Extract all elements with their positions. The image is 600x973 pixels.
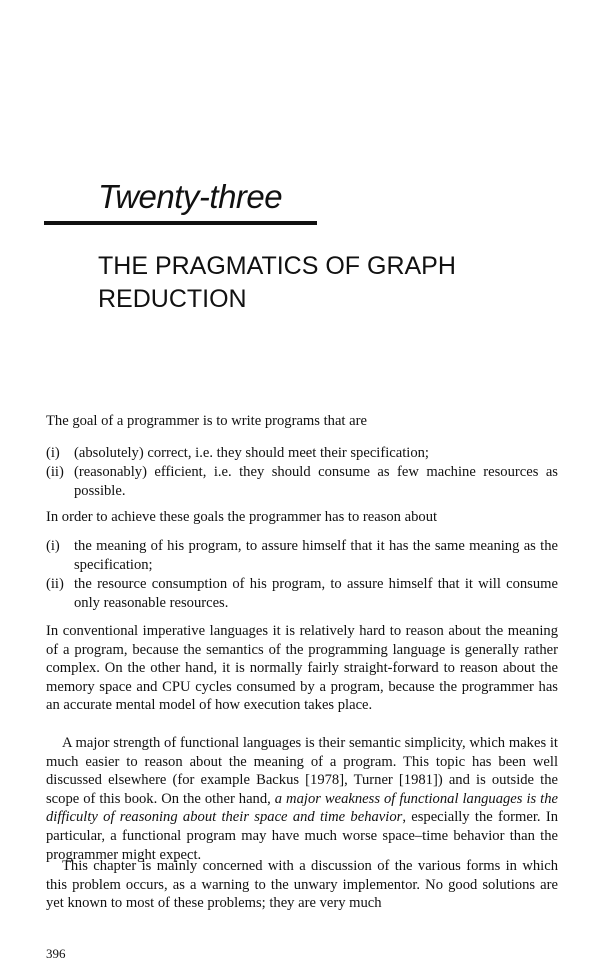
list-item-text: (reasonably) efficient, i.e. they should… [74,464,558,499]
chapter-rule [44,221,317,225]
list-item-reason-1: (i) the meaning of his program, to assur… [46,537,558,574]
body-paragraph-2: A major strength of functional languages… [46,734,558,864]
intro-paragraph-reasons: In order to achieve these goals the prog… [46,509,438,525]
intro-paragraph-goals: The goal of a programmer is to write pro… [46,413,367,429]
list-item-text: the resource consumption of his program,… [74,576,558,611]
body-paragraph-1: In conventional imperative languages it … [46,623,558,714]
list-item-number: (ii) [46,576,64,592]
list-item-text: the meaning of his program, to assure hi… [74,538,558,573]
list-item-number: (i) [46,538,60,554]
chapter-number: Twenty-three [98,178,283,215]
list-item-reason-2: (ii) the resource consumption of his pro… [46,575,558,612]
chapter-title: THE PRAGMATICS OF GRAPH REDUCTION [98,252,456,313]
list-item-text: (absolutely) correct, i.e. they should m… [74,445,429,461]
list-item-goal-1: (i) (absolutely) correct, i.e. they shou… [46,444,558,463]
list-item-goal-2: (ii) (reasonably) efficient, i.e. they s… [46,463,558,500]
body-paragraph-3: This chapter is mainly concerned with a … [46,858,558,912]
list-item-number: (i) [46,445,60,461]
page-number: 396 [46,946,66,961]
list-item-number: (ii) [46,464,64,480]
